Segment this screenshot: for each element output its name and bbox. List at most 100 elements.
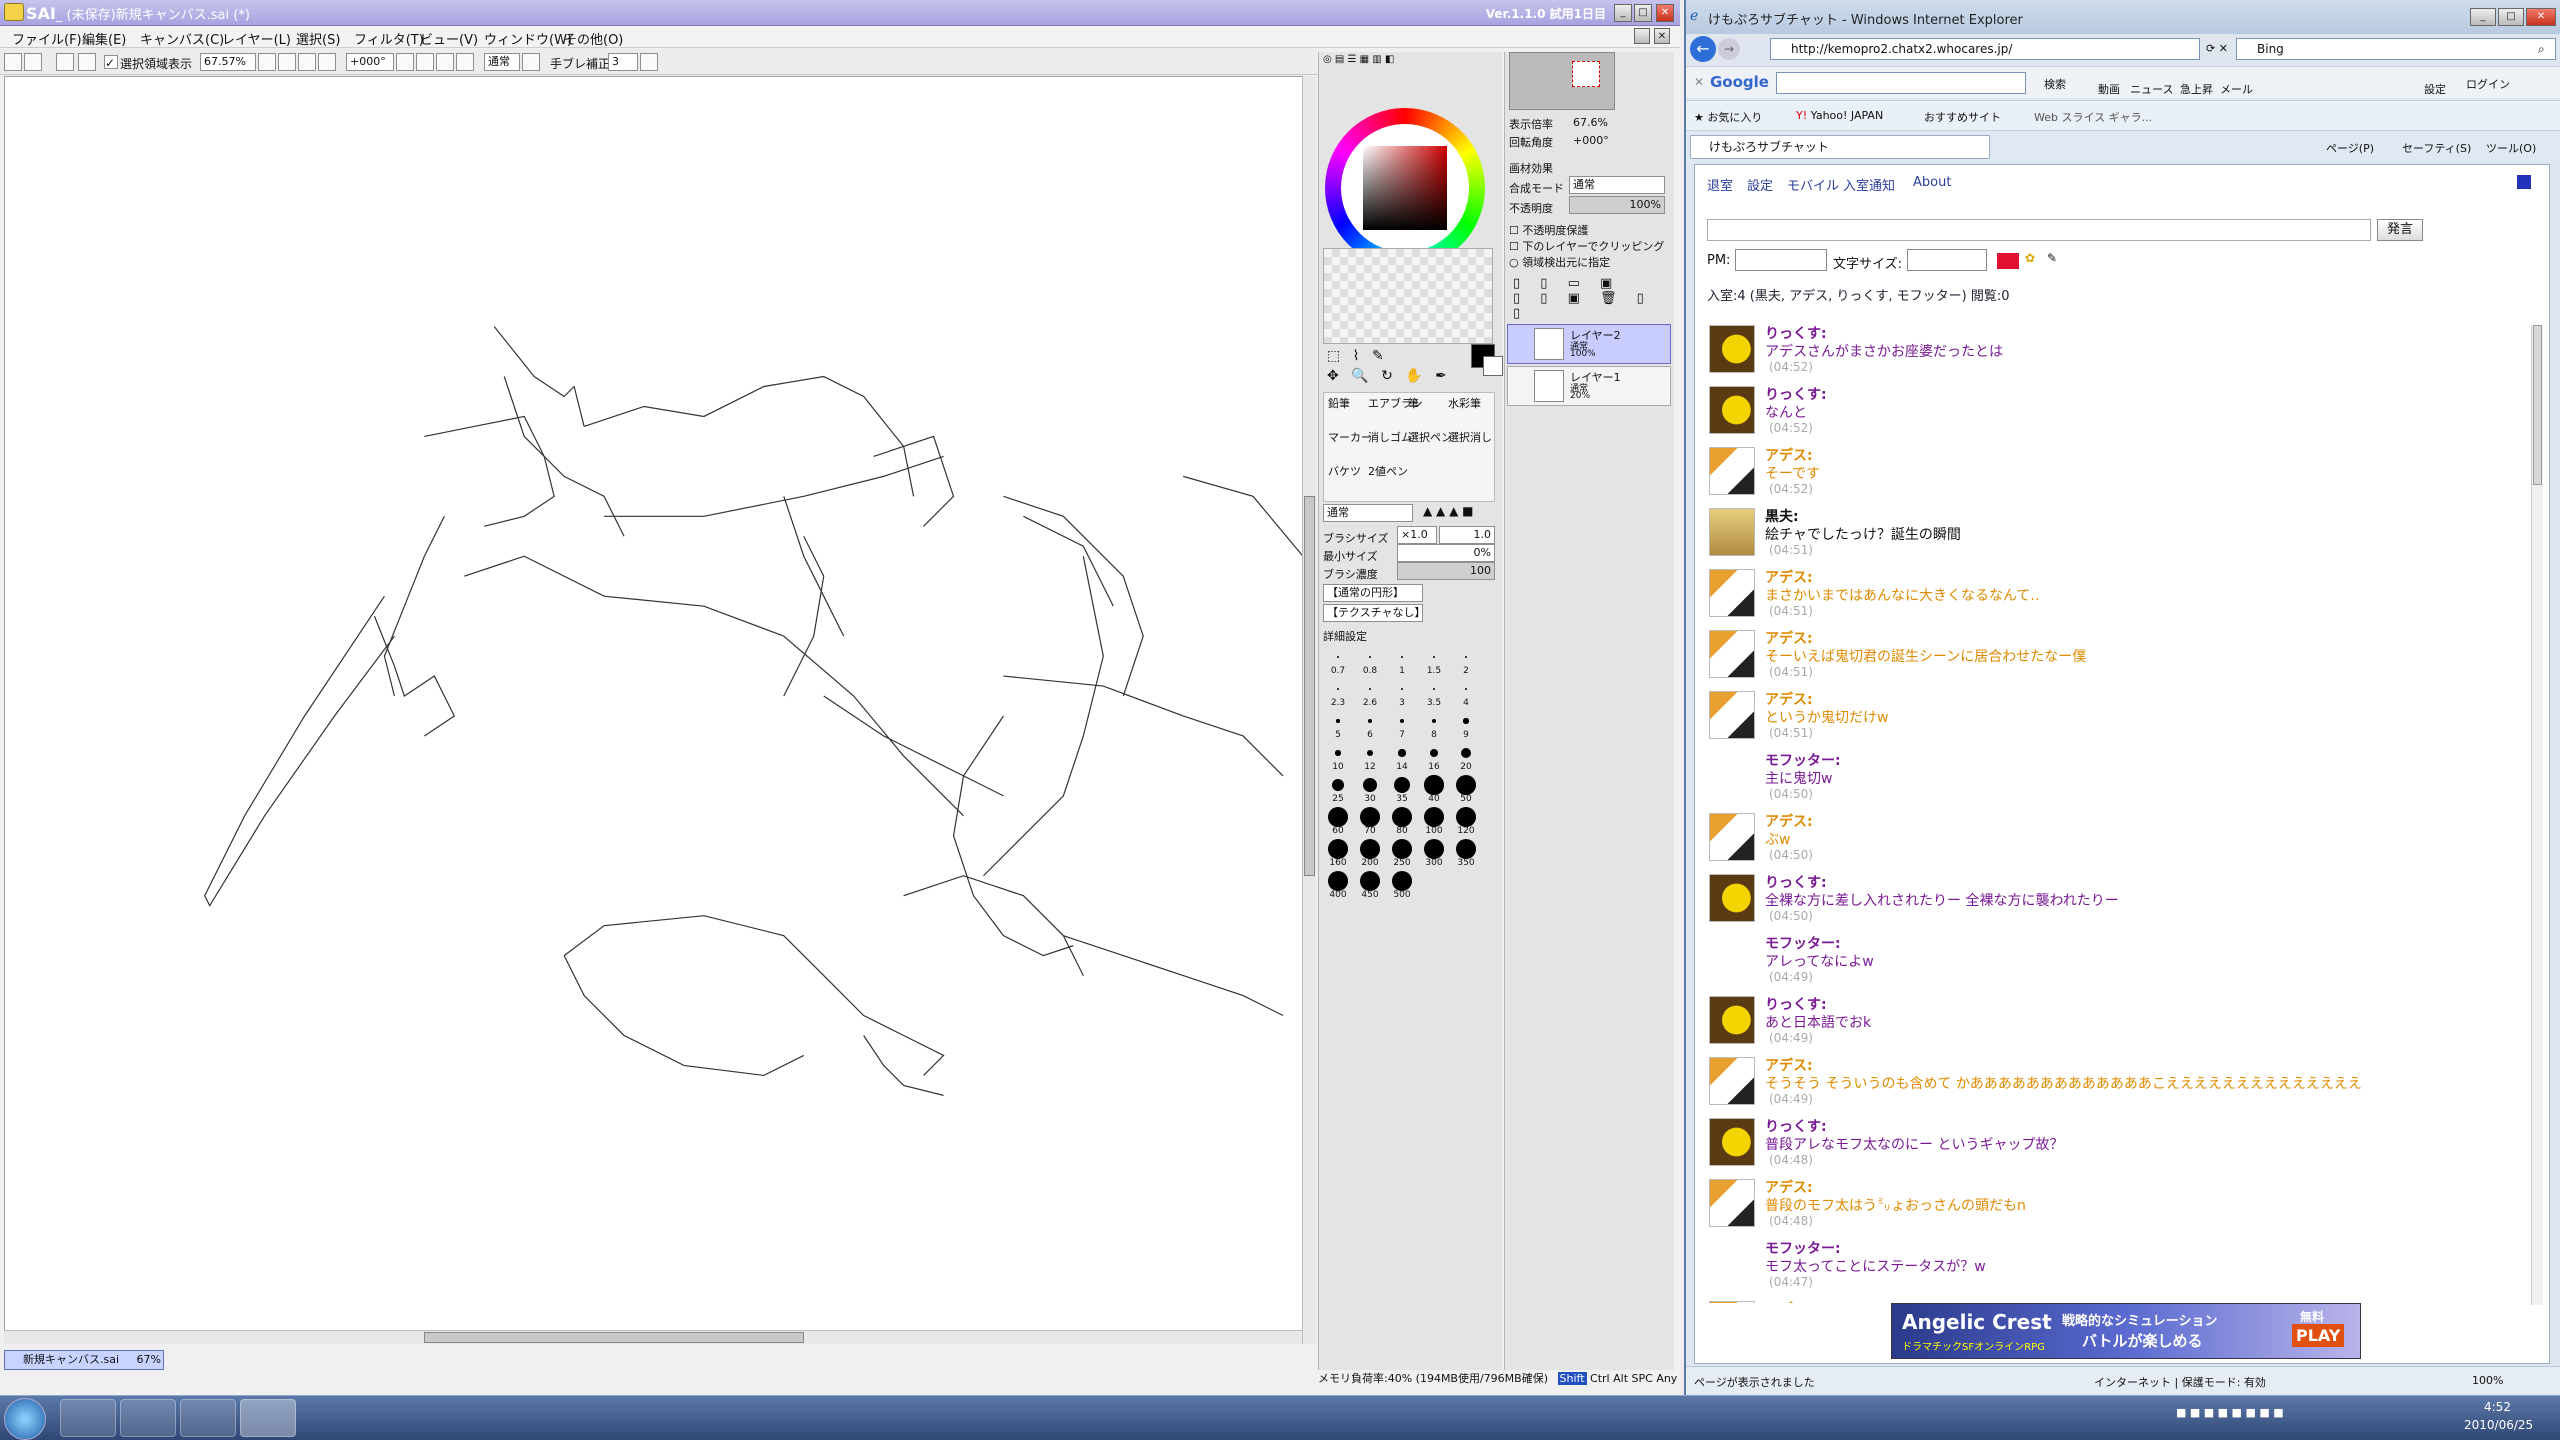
chat-nav-notify[interactable]: 入室通知: [1843, 175, 1895, 194]
layer-opacity-field[interactable]: 100%: [1569, 196, 1665, 214]
size-preset[interactable]: 350: [1451, 838, 1481, 868]
size-preset[interactable]: 16: [1419, 742, 1449, 772]
chat-message-input[interactable]: [1707, 219, 2371, 241]
invert-select-button[interactable]: [78, 53, 96, 71]
size-preset[interactable]: 50: [1451, 774, 1481, 804]
size-preset[interactable]: 9: [1451, 710, 1481, 740]
chat-nav-leave[interactable]: 退室: [1707, 175, 1733, 194]
taskbar-ie-icon[interactable]: [60, 1399, 116, 1437]
tool-brush[interactable]: 筆: [1408, 395, 1419, 411]
google-news-button[interactable]: ニュース: [2130, 81, 2173, 97]
sai-title-bar[interactable]: SAI_ (未保存)新規キャンバス.sai (*) Ver.1.1.0 試用1日…: [0, 0, 1680, 26]
size-preset[interactable]: 1: [1387, 646, 1417, 676]
page-menu[interactable]: ページ(P): [2326, 140, 2374, 156]
size-preset[interactable]: 80: [1387, 806, 1417, 836]
angle-dropdown[interactable]: [396, 53, 414, 71]
deselect-button[interactable]: [56, 53, 74, 71]
size-preset[interactable]: 2.3: [1323, 678, 1353, 708]
size-preset[interactable]: 450: [1355, 870, 1385, 900]
refresh-stop-icons[interactable]: ⟳ ✕: [2206, 42, 2228, 55]
pm-select[interactable]: [1735, 249, 1827, 271]
chat-nav-mobile[interactable]: モバイル: [1787, 175, 1839, 194]
zoom-reset-button[interactable]: [318, 53, 336, 71]
brush-size-presets[interactable]: 0.7 0.8 1 1.5 2 2.3 2.6 3 3.5 4 5 6 7 8 9 10 12 14 16 20 25 3…: [1323, 646, 1483, 966]
chat-scrollbar[interactable]: [2531, 325, 2543, 1305]
stabilizer-field[interactable]: 3: [608, 53, 638, 71]
menu-edit[interactable]: 編集(E): [82, 29, 126, 48]
size-preset[interactable]: 120: [1451, 806, 1481, 836]
size-preset[interactable]: 60: [1323, 806, 1353, 836]
tool-icons-row[interactable]: ⬚ ⌇ ✎: [1327, 348, 1388, 364]
brush-density-field[interactable]: 100: [1397, 562, 1495, 580]
canvas-close-button[interactable]: ✕: [1654, 28, 1670, 44]
hscroll-thumb[interactable]: [424, 1332, 804, 1343]
rotate-left-button[interactable]: [416, 53, 434, 71]
blend-dropdown[interactable]: [522, 53, 540, 71]
emoji-icon[interactable]: ✿: [2025, 251, 2035, 265]
favorites-button[interactable]: ★ お気に入り: [1694, 109, 1762, 125]
ad-play-button[interactable]: PLAY: [2292, 1324, 2345, 1347]
size-preset[interactable]: 200: [1355, 838, 1385, 868]
size-preset[interactable]: 70: [1355, 806, 1385, 836]
redo-button[interactable]: [24, 53, 42, 71]
navigator-preview[interactable]: [1509, 52, 1615, 110]
size-preset[interactable]: 250: [1387, 838, 1417, 868]
size-preset[interactable]: 5: [1323, 710, 1353, 740]
google-search-field[interactable]: [1776, 72, 2026, 94]
size-preset[interactable]: 35: [1387, 774, 1417, 804]
blend-field[interactable]: 通常: [484, 53, 520, 71]
zoom-dropdown[interactable]: [258, 53, 276, 71]
back-button[interactable]: ←: [1690, 36, 1716, 62]
ie-close-button[interactable]: ✕: [2526, 8, 2556, 26]
chat-nav-about[interactable]: About: [1913, 175, 1951, 190]
fav-recommended[interactable]: おすすめサイト: [1924, 109, 2001, 125]
angle-field[interactable]: +000°: [346, 53, 394, 71]
size-preset[interactable]: 10: [1323, 742, 1353, 772]
size-preset[interactable]: 40: [1419, 774, 1449, 804]
brush-shape-field[interactable]: 【通常の円形】: [1323, 584, 1423, 602]
size-preset[interactable]: 0.7: [1323, 646, 1353, 676]
menu-file[interactable]: ファイル(F): [12, 29, 82, 48]
size-preset[interactable]: 3: [1387, 678, 1417, 708]
google-video-button[interactable]: 動画: [2098, 81, 2120, 97]
size-preset[interactable]: 2: [1451, 646, 1481, 676]
size-preset[interactable]: 20: [1451, 742, 1481, 772]
tool-bucket[interactable]: バケツ: [1328, 463, 1361, 479]
search-icon[interactable]: ⌕: [2538, 42, 2545, 57]
google-login-button[interactable]: ログイン: [2466, 76, 2510, 92]
google-mail-button[interactable]: メール: [2220, 81, 2253, 97]
menu-window[interactable]: ウィンドウ(W): [484, 29, 572, 48]
size-preset[interactable]: 100: [1419, 806, 1449, 836]
text-color-swatch[interactable]: [1997, 253, 2019, 269]
brush-shape-buttons[interactable]: ▲ ▲ ▲ ■: [1423, 504, 1495, 522]
size-preset[interactable]: 0.8: [1355, 646, 1385, 676]
size-preset[interactable]: 30: [1355, 774, 1385, 804]
zoom-in-button[interactable]: [298, 53, 316, 71]
hue-wheel[interactable]: [1325, 108, 1485, 268]
start-button[interactable]: [4, 1398, 46, 1440]
tool-select-erase[interactable]: 選択消し: [1448, 429, 1492, 445]
zoom-out-button[interactable]: [278, 53, 296, 71]
forward-button[interactable]: →: [1718, 38, 1740, 60]
ie-tab-active[interactable]: けもぷろサブチャット: [1690, 135, 1990, 159]
canvas-vertical-scrollbar[interactable]: [1302, 76, 1316, 1344]
attach-icon[interactable]: ✎: [2047, 251, 2057, 265]
fontsize-select[interactable]: [1907, 249, 1987, 271]
rotate-right-button[interactable]: [436, 53, 454, 71]
fav-webslice[interactable]: Web スライス ギャラ...: [2034, 109, 2152, 125]
paper-effect-toggle[interactable]: 画材効果: [1509, 160, 1553, 176]
toolbar-close-icon[interactable]: ✕: [1694, 75, 1704, 89]
layer-row-2[interactable]: レイヤー2 通常 100%: [1507, 324, 1671, 364]
size-preset[interactable]: 6: [1355, 710, 1385, 740]
tools-menu[interactable]: ツール(O): [2486, 140, 2536, 156]
google-settings-button[interactable]: 設定: [2424, 81, 2446, 97]
view-tool-icons[interactable]: ✥ 🔍 ↻ ✋ ✒: [1327, 368, 1451, 384]
min-size-field[interactable]: 0%: [1397, 544, 1495, 562]
size-preset[interactable]: 400: [1323, 870, 1353, 900]
safety-menu[interactable]: セーフティ(S): [2402, 140, 2471, 156]
ie-title-bar[interactable]: ℯ けもぷろサブチャット - Windows Internet Explorer…: [1686, 0, 2560, 34]
ie-zoom[interactable]: 100%: [2472, 1374, 2503, 1387]
saturation-value-square[interactable]: [1363, 146, 1447, 230]
size-preset[interactable]: 25: [1323, 774, 1353, 804]
tray-icons[interactable]: ■ ■ ■ ■ ■ ■ ■ ■: [2176, 1406, 2426, 1430]
